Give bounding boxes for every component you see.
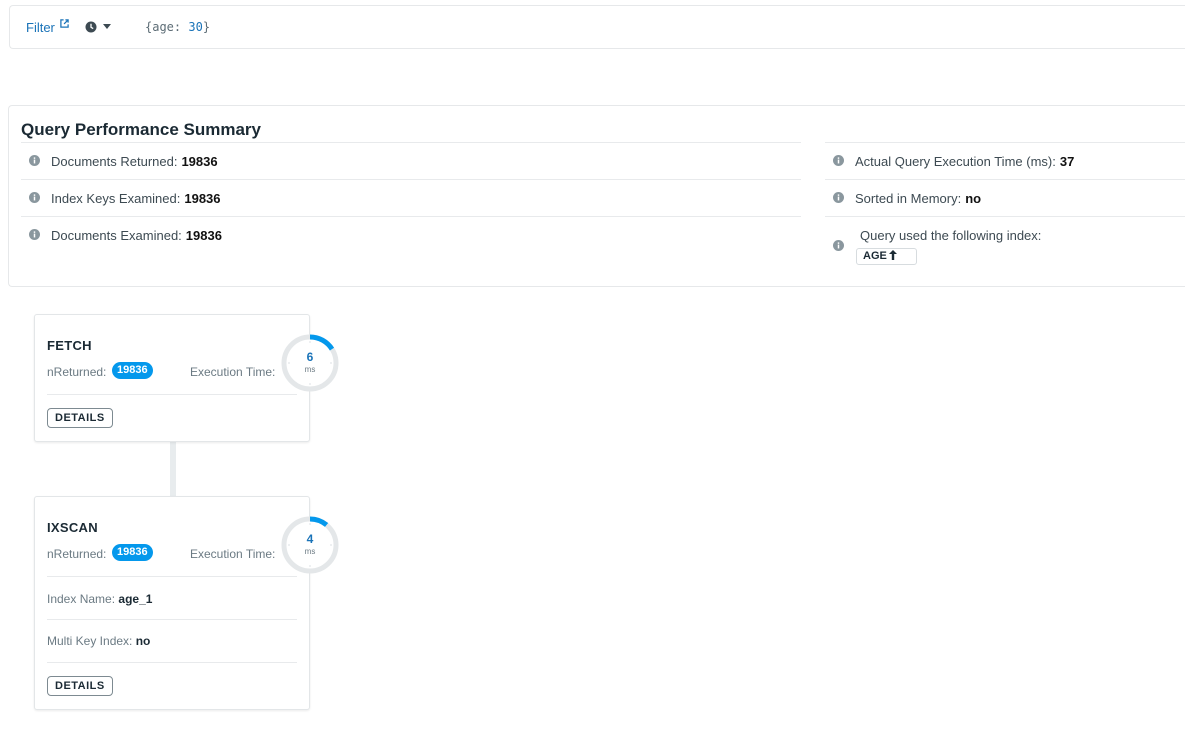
info-icon bbox=[29, 229, 40, 240]
divider bbox=[47, 619, 297, 620]
index-name: Index Name: age_1 bbox=[47, 592, 153, 606]
gauge-value: 6 bbox=[306, 350, 314, 364]
summary-title: Query Performance Summary bbox=[21, 120, 261, 139]
arrow-up-icon bbox=[888, 250, 897, 260]
documents-returned: Documents Returned: 19836 bbox=[51, 154, 218, 169]
divider bbox=[47, 662, 297, 663]
gauge-value: 4 bbox=[306, 532, 314, 546]
sorted-in-memory: Sorted in Memory: no bbox=[855, 191, 982, 206]
divider bbox=[825, 216, 1185, 217]
divider bbox=[47, 576, 297, 577]
filter-link[interactable]: Filter bbox=[26, 20, 55, 35]
caret-down-icon[interactable] bbox=[103, 24, 111, 30]
nreturned-label: nReturned: bbox=[47, 365, 107, 379]
filter-query-input[interactable]: {age: 30} bbox=[145, 20, 210, 34]
stage-title: FETCH bbox=[47, 338, 92, 353]
actual-query-execution-time: Actual Query Execution Time (ms): 37 bbox=[855, 154, 1075, 169]
execution-time-label: Execution Time: bbox=[190, 547, 276, 561]
info-icon bbox=[833, 155, 844, 166]
index-used-label: Query used the following index: bbox=[860, 228, 1042, 243]
info-icon bbox=[29, 155, 40, 166]
index-keys-examined: Index Keys Examined: 19836 bbox=[51, 191, 221, 206]
documents-examined: Documents Examined: 19836 bbox=[51, 228, 222, 243]
divider bbox=[47, 394, 297, 395]
nreturned-badge: 19836 bbox=[112, 544, 153, 561]
stage-title: IXSCAN bbox=[47, 520, 98, 535]
gauge-unit: ms bbox=[304, 547, 316, 556]
stage-connector bbox=[170, 441, 176, 497]
index-badge: AGE bbox=[856, 248, 917, 265]
external-link-icon[interactable] bbox=[60, 19, 69, 28]
divider bbox=[21, 216, 801, 217]
gauge-unit: ms bbox=[304, 365, 316, 374]
divider bbox=[825, 142, 1185, 143]
info-icon bbox=[833, 240, 844, 251]
history-clock-icon[interactable] bbox=[85, 21, 97, 33]
info-icon bbox=[29, 192, 40, 203]
execution-time-label: Execution Time: bbox=[190, 365, 276, 379]
divider bbox=[21, 179, 801, 180]
details-button[interactable]: DETAILS bbox=[47, 676, 113, 696]
info-icon bbox=[833, 192, 844, 203]
nreturned-label: nReturned: bbox=[47, 547, 107, 561]
multi-key-index: Multi Key Index: no bbox=[47, 634, 151, 648]
details-button[interactable]: DETAILS bbox=[47, 408, 113, 428]
divider bbox=[825, 179, 1185, 180]
divider bbox=[21, 142, 801, 143]
nreturned-badge: 19836 bbox=[112, 362, 153, 379]
